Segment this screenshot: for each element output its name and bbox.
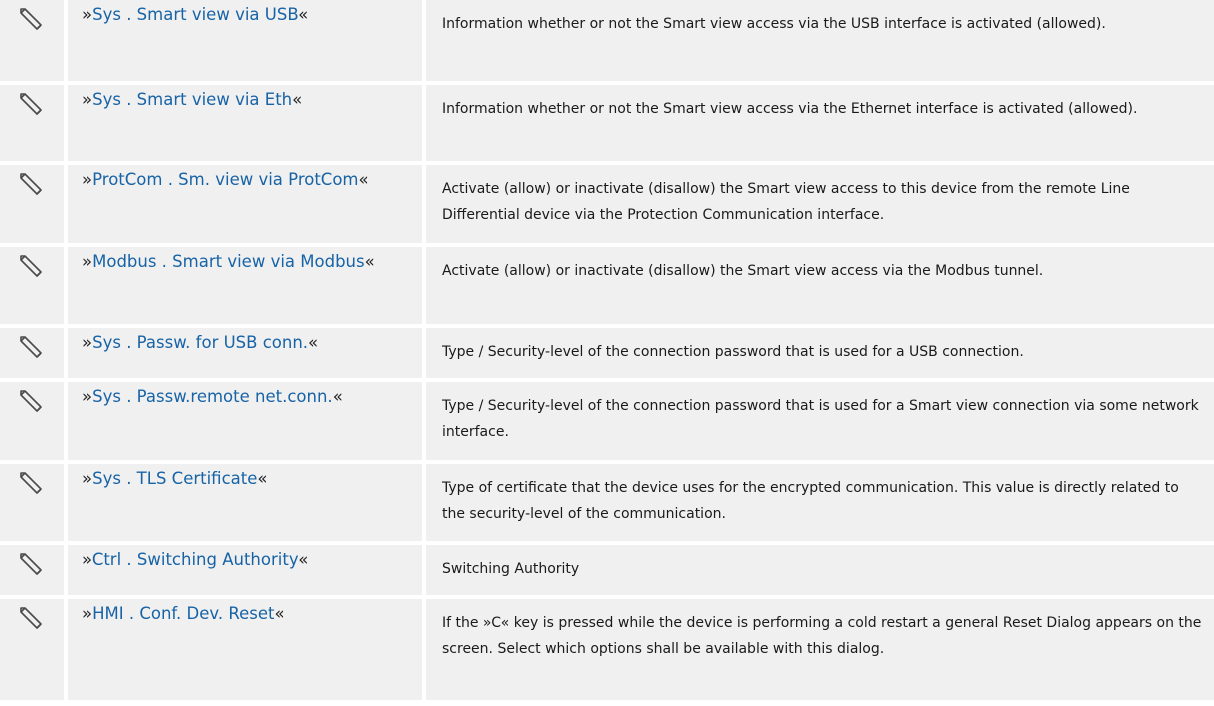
parameter-description: If the »C« key is pressed while the devi… <box>426 599 1214 700</box>
open-guillemet: » <box>82 469 93 488</box>
close-guillemet: « <box>358 170 369 189</box>
table-row: »Ctrl . Switching Authority« Switching A… <box>0 545 1214 595</box>
open-guillemet: » <box>82 333 93 352</box>
parameter-description: Activate (allow) or inactivate (disallow… <box>426 165 1214 243</box>
close-guillemet: « <box>364 252 375 271</box>
table-row: »Sys . Smart view via USB« Information w… <box>0 0 1214 81</box>
table-row: »Sys . Passw.remote net.conn.« Type / Se… <box>0 382 1214 460</box>
icon-cell <box>0 165 64 243</box>
close-guillemet: « <box>298 5 309 24</box>
close-guillemet: « <box>292 90 303 109</box>
open-guillemet: » <box>82 604 93 623</box>
parameter-name-cell: »Ctrl . Switching Authority« <box>68 545 422 595</box>
pencil-icon <box>20 553 42 575</box>
table-row: »HMI . Conf. Dev. Reset« If the »C« key … <box>0 599 1214 700</box>
table-row: »Sys . TLS Certificate« Type of certific… <box>0 464 1214 541</box>
table-row: »Sys . Passw. for USB conn.« Type / Secu… <box>0 328 1214 378</box>
parameter-name-cell: »Sys . TLS Certificate« <box>68 464 422 541</box>
close-guillemet: « <box>298 550 309 569</box>
parameter-link[interactable]: Sys . Smart view via USB <box>92 5 298 24</box>
parameter-link[interactable]: Sys . TLS Certificate <box>92 469 257 488</box>
table-row: »ProtCom . Sm. view via ProtCom« Activat… <box>0 165 1214 243</box>
parameter-table: »Sys . Smart view via USB« Information w… <box>0 0 1214 704</box>
open-guillemet: » <box>82 252 93 271</box>
table-row: »Sys . Smart view via Eth« Information w… <box>0 85 1214 161</box>
parameter-link[interactable]: ProtCom . Sm. view via ProtCom <box>92 170 358 189</box>
close-guillemet: « <box>308 333 319 352</box>
parameter-name-cell: »ProtCom . Sm. view via ProtCom« <box>68 165 422 243</box>
icon-cell <box>0 247 64 324</box>
close-guillemet: « <box>274 604 285 623</box>
icon-cell <box>0 464 64 541</box>
pencil-icon <box>20 173 42 195</box>
icon-cell <box>0 599 64 700</box>
close-guillemet: « <box>332 387 343 406</box>
parameter-description: Type / Security-level of the connection … <box>426 382 1214 460</box>
parameter-link[interactable]: Modbus . Smart view via Modbus <box>92 252 365 271</box>
open-guillemet: » <box>82 550 92 569</box>
parameter-description: Information whether or not the Smart vie… <box>426 0 1214 81</box>
parameter-link[interactable]: Ctrl . Switching Authority <box>92 550 298 569</box>
open-guillemet: » <box>82 170 93 189</box>
parameter-description: Activate (allow) or inactivate (disallow… <box>426 247 1214 324</box>
parameter-description: Switching Authority <box>426 545 1214 595</box>
icon-cell <box>0 85 64 161</box>
parameter-name-cell: »Sys . Passw. for USB conn.« <box>68 328 422 378</box>
parameter-description: Type of certificate that the device uses… <box>426 464 1214 541</box>
parameter-description: Type / Security-level of the connection … <box>426 328 1214 378</box>
open-guillemet: » <box>82 90 93 109</box>
pencil-icon <box>20 472 42 494</box>
parameter-name-cell: »Sys . Smart view via USB« <box>68 0 422 81</box>
open-guillemet: » <box>82 5 93 24</box>
parameter-link[interactable]: Sys . Passw.remote net.conn. <box>92 387 333 406</box>
pencil-icon <box>20 8 42 30</box>
parameter-link[interactable]: Sys . Passw. for USB conn. <box>92 333 308 352</box>
icon-cell <box>0 328 64 378</box>
icon-cell <box>0 545 64 595</box>
icon-cell <box>0 0 64 81</box>
close-guillemet: « <box>257 469 268 488</box>
parameter-name-cell: »Sys . Smart view via Eth« <box>68 85 422 161</box>
parameter-name-cell: »HMI . Conf. Dev. Reset« <box>68 599 422 700</box>
open-guillemet: » <box>82 387 93 406</box>
pencil-icon <box>20 390 42 412</box>
parameter-link[interactable]: Sys . Smart view via Eth <box>92 90 292 109</box>
pencil-icon <box>20 93 42 115</box>
icon-cell <box>0 382 64 460</box>
pencil-icon <box>20 255 42 277</box>
pencil-icon <box>20 607 42 629</box>
pencil-icon <box>20 336 42 358</box>
parameter-name-cell: »Modbus . Smart view via Modbus« <box>68 247 422 324</box>
parameter-description: Information whether or not the Smart vie… <box>426 85 1214 161</box>
table-row: »Modbus . Smart view via Modbus« Activat… <box>0 247 1214 324</box>
parameter-link[interactable]: HMI . Conf. Dev. Reset <box>92 604 274 623</box>
parameter-name-cell: »Sys . Passw.remote net.conn.« <box>68 382 422 460</box>
